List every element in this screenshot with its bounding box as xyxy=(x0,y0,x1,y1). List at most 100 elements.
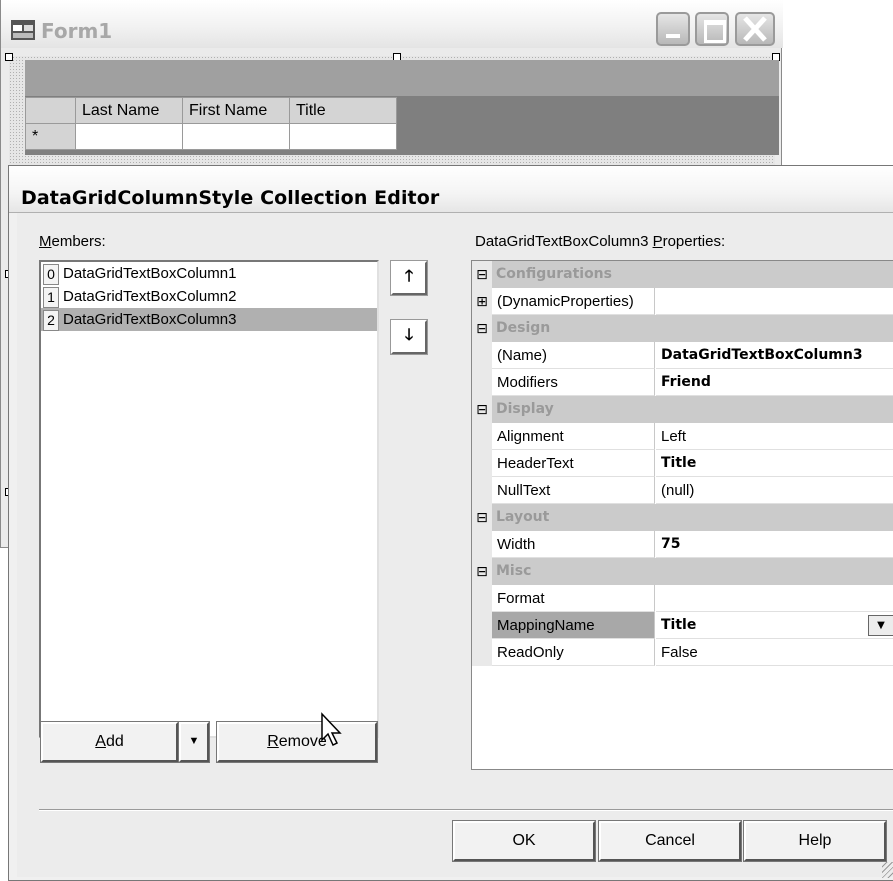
member-item[interactable]: 1 DataGridTextBoxColumn2 xyxy=(41,285,377,308)
property-gutter xyxy=(472,423,492,450)
property-name: (Name) xyxy=(492,342,655,369)
property-value[interactable]: (null) xyxy=(656,477,893,504)
property-row[interactable]: Modifiers Friend xyxy=(472,369,893,396)
category-label: Layout xyxy=(492,504,893,531)
new-row-marker: * xyxy=(25,123,76,150)
property-name: HeaderText xyxy=(492,450,655,477)
property-value[interactable]: Title xyxy=(656,450,893,477)
resize-grip-icon[interactable] xyxy=(882,862,893,878)
members-list[interactable]: 0 DataGridTextBoxColumn1 1 DataGridTextBoxC… xyxy=(39,260,379,738)
separator xyxy=(39,809,893,811)
expand-collapse-icon[interactable]: ⊟ xyxy=(472,315,492,342)
grid-cell[interactable] xyxy=(182,123,290,150)
property-name: Alignment xyxy=(492,423,655,450)
property-value[interactable] xyxy=(656,288,893,315)
column-header-title[interactable]: Title xyxy=(289,97,397,124)
category-label: Misc xyxy=(492,558,893,585)
chevron-down-icon[interactable]: ▼ xyxy=(868,615,893,636)
category-label: Display xyxy=(492,396,893,423)
property-gutter xyxy=(472,531,492,558)
form1-titlebar[interactable]: Form1 xyxy=(1,0,783,48)
row-header-corner xyxy=(25,97,76,124)
member-name: DataGridTextBoxColumn2 xyxy=(63,288,237,305)
category-label: Configurations xyxy=(492,261,893,288)
property-value[interactable]: Friend xyxy=(656,369,893,396)
help-button[interactable]: Help xyxy=(744,821,886,861)
property-gutter xyxy=(472,369,492,396)
minimize-button[interactable] xyxy=(656,12,690,46)
grid-cell[interactable] xyxy=(289,123,397,150)
category-label: Design xyxy=(492,315,893,342)
chevron-down-icon: ▼ xyxy=(188,735,200,747)
properties-label: DataGridTextBoxColumn3 Properties: xyxy=(475,233,726,250)
add-button[interactable]: Add xyxy=(41,722,178,762)
member-name: DataGridTextBoxColumn1 xyxy=(63,265,237,282)
arrow-up-icon: 🡑 xyxy=(404,268,414,285)
ok-button[interactable]: OK xyxy=(453,821,595,861)
property-category[interactable]: ⊟ Design xyxy=(472,315,893,342)
member-item[interactable]: 0 DataGridTextBoxColumn1 xyxy=(41,262,377,285)
grid-cell[interactable] xyxy=(75,123,183,150)
property-name: Modifiers xyxy=(492,369,655,396)
property-gutter xyxy=(472,585,492,612)
property-gutter xyxy=(472,639,492,666)
property-row[interactable]: ⊞ (DynamicProperties) xyxy=(472,288,893,315)
expand-collapse-icon[interactable]: ⊟ xyxy=(472,396,492,423)
member-item[interactable]: 2 DataGridTextBoxColumn3 xyxy=(41,308,377,331)
add-dropdown-button[interactable]: ▼ xyxy=(179,722,209,762)
maximize-button[interactable] xyxy=(695,12,729,46)
form1-title: Form1 xyxy=(41,19,113,43)
expand-collapse-icon[interactable]: ⊞ xyxy=(472,288,492,315)
property-value[interactable]: Left xyxy=(656,423,893,450)
property-value[interactable]: 75 xyxy=(656,531,893,558)
remove-button-label: Remove xyxy=(267,733,327,750)
property-category[interactable]: ⊟ Display xyxy=(472,396,893,423)
close-icon xyxy=(743,16,767,42)
property-value[interactable] xyxy=(656,585,893,612)
property-category[interactable]: ⊟ Misc xyxy=(472,558,893,585)
property-row[interactable]: NullText (null) xyxy=(472,477,893,504)
property-grid[interactable]: ⊟ Configurations ⊞ (DynamicProperties) ⊟ Desi… xyxy=(471,260,893,770)
column-header-last-name[interactable]: Last Name xyxy=(75,97,183,124)
move-down-button[interactable]: 🡓 xyxy=(391,320,427,354)
property-category[interactable]: ⊟ Configurations xyxy=(472,261,893,288)
dialog-body: Members: 0 DataGridTextBoxColumn1 1 DataGri… xyxy=(17,213,893,877)
datagrid[interactable]: Last Name First Name Title * xyxy=(25,60,779,155)
property-name: Width xyxy=(492,531,655,558)
remove-button[interactable]: Remove xyxy=(217,722,377,762)
form-icon xyxy=(11,20,35,40)
expand-collapse-icon[interactable]: ⊟ xyxy=(472,558,492,585)
property-name: ReadOnly xyxy=(492,639,655,666)
property-gutter xyxy=(472,342,492,369)
property-gutter xyxy=(472,477,492,504)
datagrid-caption xyxy=(25,60,779,96)
datagrid-table: Last Name First Name Title * xyxy=(25,97,397,150)
column-header-first-name[interactable]: First Name xyxy=(182,97,290,124)
property-row[interactable]: Width 75 xyxy=(472,531,893,558)
cancel-button[interactable]: Cancel xyxy=(599,821,741,861)
property-name: (DynamicProperties) xyxy=(492,288,655,315)
property-value[interactable]: False xyxy=(656,639,893,666)
property-row[interactable]: MappingName Title ▼ xyxy=(472,612,893,639)
member-index: 0 xyxy=(43,264,59,285)
property-name: Format xyxy=(492,585,655,612)
close-button[interactable] xyxy=(735,12,775,46)
property-value[interactable]: Title ▼ xyxy=(656,612,893,639)
property-row[interactable]: Format xyxy=(472,585,893,612)
property-row[interactable]: HeaderText Title xyxy=(472,450,893,477)
move-up-button[interactable]: 🡑 xyxy=(391,261,427,295)
resize-handle[interactable] xyxy=(5,53,13,61)
mouse-pointer-icon xyxy=(321,712,342,747)
property-row[interactable]: ReadOnly False xyxy=(472,639,893,666)
arrow-down-icon: 🡓 xyxy=(404,327,414,344)
member-index: 1 xyxy=(43,287,59,308)
property-name: NullText xyxy=(492,477,655,504)
property-name: MappingName xyxy=(492,612,655,639)
property-row[interactable]: (Name) DataGridTextBoxColumn3 xyxy=(472,342,893,369)
property-category[interactable]: ⊟ Layout xyxy=(472,504,893,531)
dialog-titlebar[interactable]: DataGridColumnStyle Collection Editor xyxy=(9,166,893,213)
property-value[interactable]: DataGridTextBoxColumn3 xyxy=(656,342,893,369)
expand-collapse-icon[interactable]: ⊟ xyxy=(472,261,492,288)
property-row[interactable]: Alignment Left xyxy=(472,423,893,450)
expand-collapse-icon[interactable]: ⊟ xyxy=(472,504,492,531)
